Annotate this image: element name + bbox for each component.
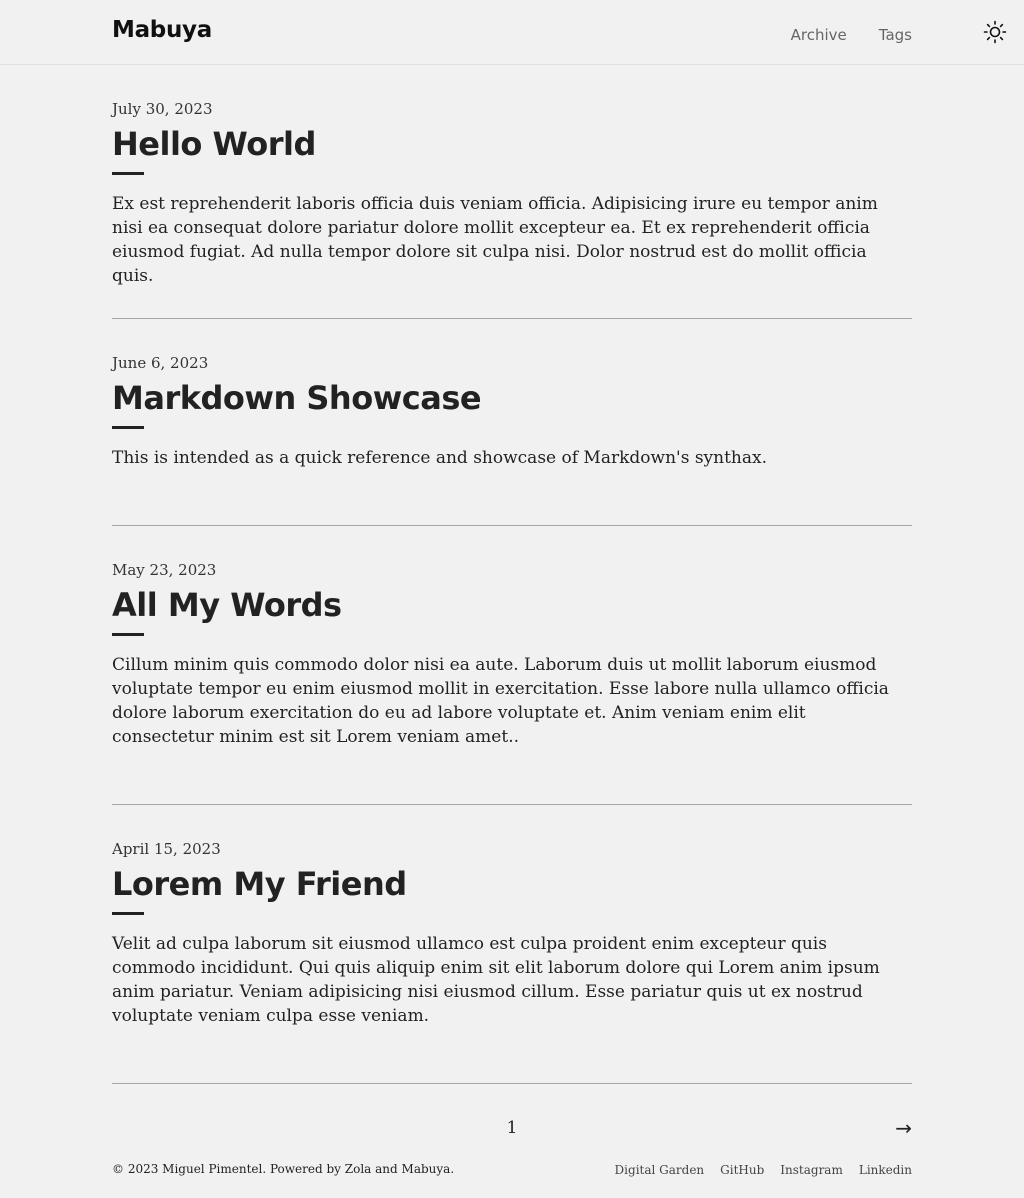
footer-link-digital-garden[interactable]: Digital Garden (615, 1163, 705, 1177)
post-list: July 30, 2023 Hello World Ex est reprehe… (112, 65, 912, 1084)
post-item: June 6, 2023 Markdown Showcase This is i… (112, 319, 912, 526)
current-page-number: 1 (506, 1118, 518, 1138)
nav-tags-link[interactable]: Tags (879, 26, 912, 44)
post-date: July 30, 2023 (112, 100, 213, 118)
next-page-arrow-icon[interactable]: → (895, 1116, 912, 1140)
post-summary: This is intended as a quick reference an… (112, 448, 768, 468)
site-footer: © 2023 Miguel Pimentel. Powered by Zola … (112, 1162, 912, 1182)
sun-icon (983, 20, 1007, 44)
footer-links: Digital Garden GitHub Instagram Linkedin (615, 1163, 912, 1177)
zola-link[interactable]: Zola (345, 1162, 372, 1176)
and-text: and (371, 1162, 402, 1176)
nav-archive-link[interactable]: Archive (791, 26, 847, 44)
post-date: April 15, 2023 (112, 840, 221, 858)
footer-link-instagram[interactable]: Instagram (780, 1163, 843, 1177)
mabuya-link[interactable]: Mabuya (402, 1162, 451, 1176)
post-summary: Ex est reprehenderit laboris officia dui… (112, 194, 878, 286)
title-underline (112, 912, 144, 915)
footer-copyright: © 2023 Miguel Pimentel. Powered by Zola … (112, 1162, 454, 1176)
post-date: May 23, 2023 (112, 561, 217, 579)
post-date: June 6, 2023 (112, 354, 209, 372)
footer-link-linkedin[interactable]: Linkedin (859, 1163, 912, 1177)
post-item: July 30, 2023 Hello World Ex est reprehe… (112, 65, 912, 319)
site-header: Mabuya Archive Tags (0, 0, 1024, 65)
site-title-link[interactable]: Mabuya (112, 17, 212, 43)
post-item: April 15, 2023 Lorem My Friend Velit ad … (112, 805, 912, 1084)
post-title-link[interactable]: Hello World (112, 125, 912, 163)
main-nav: Archive Tags (791, 26, 912, 44)
pagination: 1 → (112, 1112, 912, 1146)
footer-link-github[interactable]: GitHub (720, 1163, 764, 1177)
period-text: . (450, 1162, 455, 1176)
title-underline (112, 426, 144, 429)
theme-toggle-button[interactable] (983, 20, 1007, 44)
post-title-link[interactable]: Markdown Showcase (112, 379, 912, 417)
title-underline (112, 633, 144, 636)
post-title-link[interactable]: All My Words (112, 586, 912, 624)
copyright-text: © 2023 Miguel Pimentel. Powered by (112, 1162, 345, 1176)
post-item: May 23, 2023 All My Words Cillum minim q… (112, 526, 912, 805)
post-title-link[interactable]: Lorem My Friend (112, 865, 912, 903)
post-summary: Cillum minim quis commodo dolor nisi ea … (112, 655, 889, 747)
post-summary: Velit ad culpa laborum sit eiusmod ullam… (112, 934, 880, 1026)
title-underline (112, 172, 144, 175)
